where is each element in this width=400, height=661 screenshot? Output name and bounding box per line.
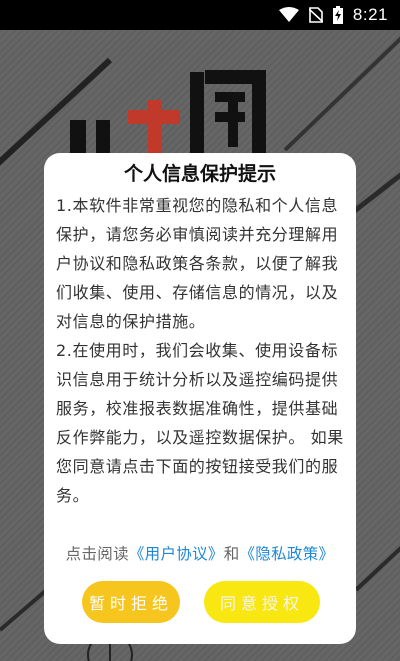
privacy-dialog: 个人信息保护提示 1.本软件非常重视您的隐私和个人信息保护，请您务必审慎阅读并充… <box>44 153 356 644</box>
agreement-prefix: 点击阅读 <box>65 545 129 563</box>
privacy-policy-link[interactable]: 《隐私政策》 <box>240 545 335 563</box>
user-agreement-link[interactable]: 《用户协议》 <box>129 545 224 563</box>
dialog-title: 个人信息保护提示 <box>123 163 276 185</box>
battery-charging-icon <box>332 6 343 24</box>
dialog-body: 1.本软件非常重视您的隐私和个人信息保护，请您务必审慎阅读并充分理解用户协议和隐… <box>56 191 344 533</box>
agreement-and: 和 <box>223 545 240 563</box>
accept-button[interactable]: 同意授权 <box>204 581 320 623</box>
clock: 8:21 <box>352 5 388 24</box>
privacy-paragraph-2: 2.在使用时，我们会收集、使用设备标识信息用于统计分析以及遥控编码提供服务，校准… <box>56 341 344 505</box>
reject-button[interactable]: 暂时拒绝 <box>82 581 180 623</box>
agreement-line: 点击阅读《用户协议》和《隐私政策》 <box>56 541 344 567</box>
no-sim-icon <box>308 7 323 23</box>
status-bar: 8:21 <box>0 0 400 30</box>
wifi-icon <box>278 7 299 22</box>
dialog-button-row: 暂时拒绝 同意授权 <box>44 581 356 623</box>
privacy-paragraph-1: 1.本软件非常重视您的隐私和个人信息保护，请您务必审慎阅读并充分理解用户协议和隐… <box>56 196 339 331</box>
